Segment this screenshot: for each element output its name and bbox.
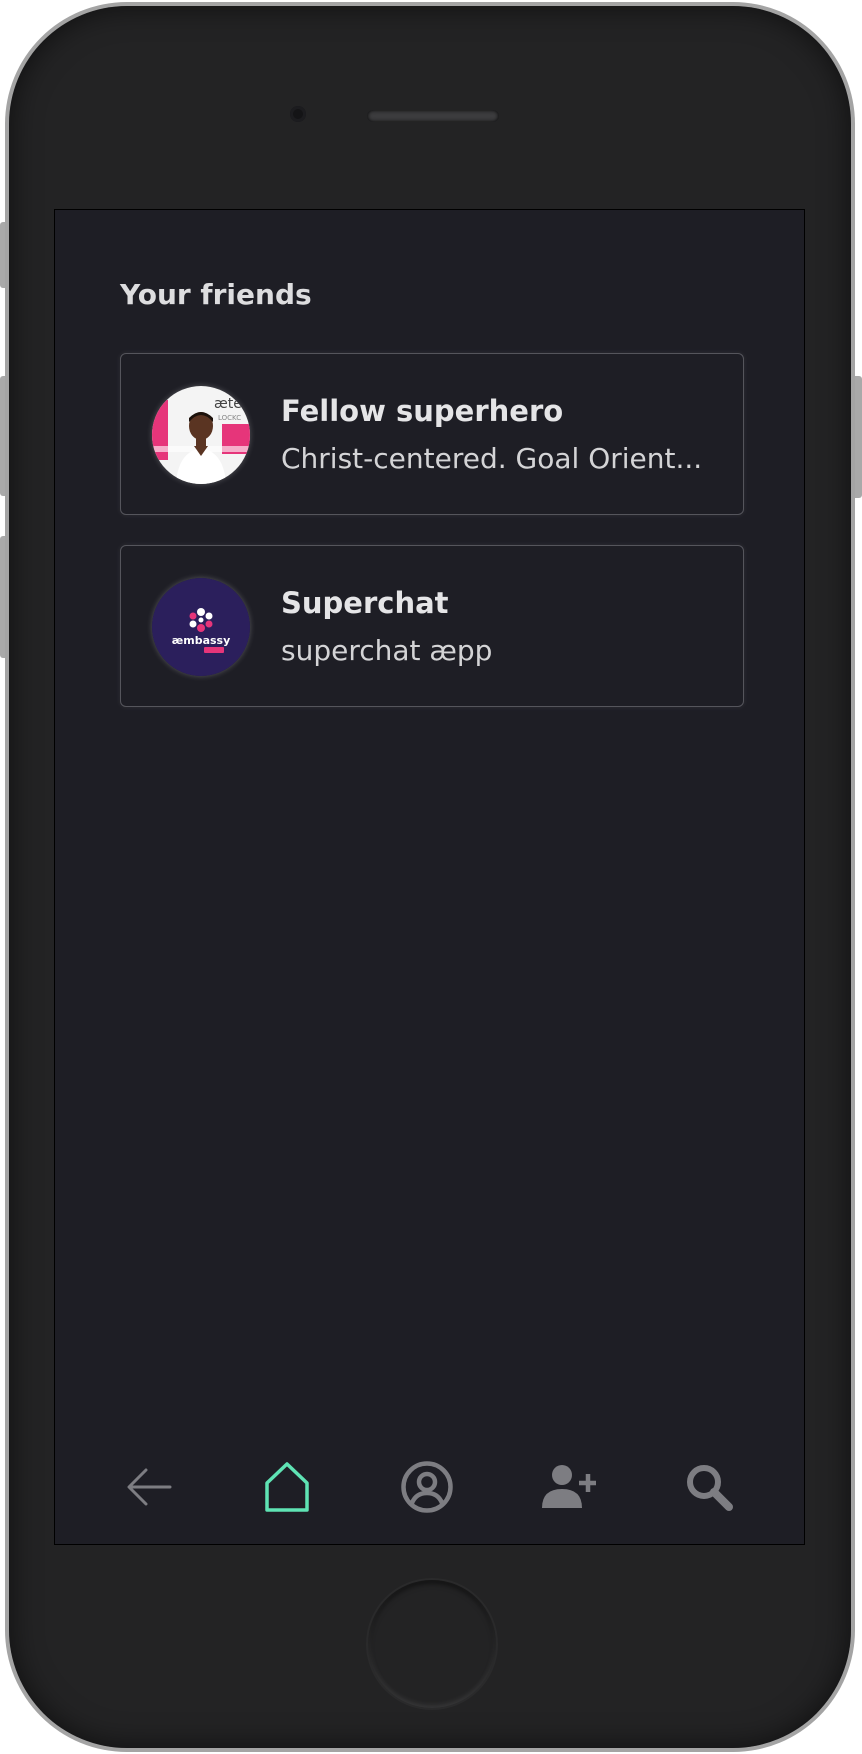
- friend-card[interactable]: æmbassy Superchat superchat æpp: [120, 545, 744, 707]
- svg-text:LOCKC: LOCKC: [218, 414, 241, 422]
- arrow-left-icon: [127, 1468, 172, 1506]
- home-button[interactable]: [247, 1447, 327, 1527]
- home-icon: [265, 1462, 309, 1512]
- aembassy-logo-avatar: æmbassy: [152, 578, 250, 676]
- home-hardware-button[interactable]: [368, 1580, 496, 1708]
- avatar-brand-text: æmbassy: [172, 634, 231, 647]
- svg-text:æte: æte: [214, 396, 242, 412]
- section-title: Your friends: [120, 278, 312, 311]
- friend-name: Fellow superhero: [281, 394, 564, 428]
- add-friend-button[interactable]: [529, 1447, 609, 1527]
- back-button[interactable]: [109, 1447, 189, 1527]
- friend-card[interactable]: æte LOCKC Fellow superhero Christ-center…: [120, 353, 744, 515]
- phone-mockup: Your friends æte LOCKC Fellow superhero …: [0, 0, 862, 1754]
- friend-status: Christ-centered. Goal Orient...: [281, 442, 703, 475]
- friend-status: superchat æpp: [281, 634, 493, 667]
- user-plus-icon: [542, 1465, 596, 1508]
- search-button[interactable]: [669, 1447, 749, 1527]
- app-screen: Your friends æte LOCKC Fellow superhero …: [54, 209, 805, 1545]
- profile-button[interactable]: [387, 1447, 467, 1527]
- search-icon: [687, 1465, 733, 1511]
- front-camera: [290, 106, 306, 122]
- earpiece-speaker: [367, 110, 499, 122]
- user-circle-icon: [401, 1461, 453, 1513]
- friend-name: Superchat: [281, 586, 449, 620]
- person-photo-avatar: æte LOCKC: [152, 386, 250, 484]
- bottom-navigation: [55, 1447, 804, 1537]
